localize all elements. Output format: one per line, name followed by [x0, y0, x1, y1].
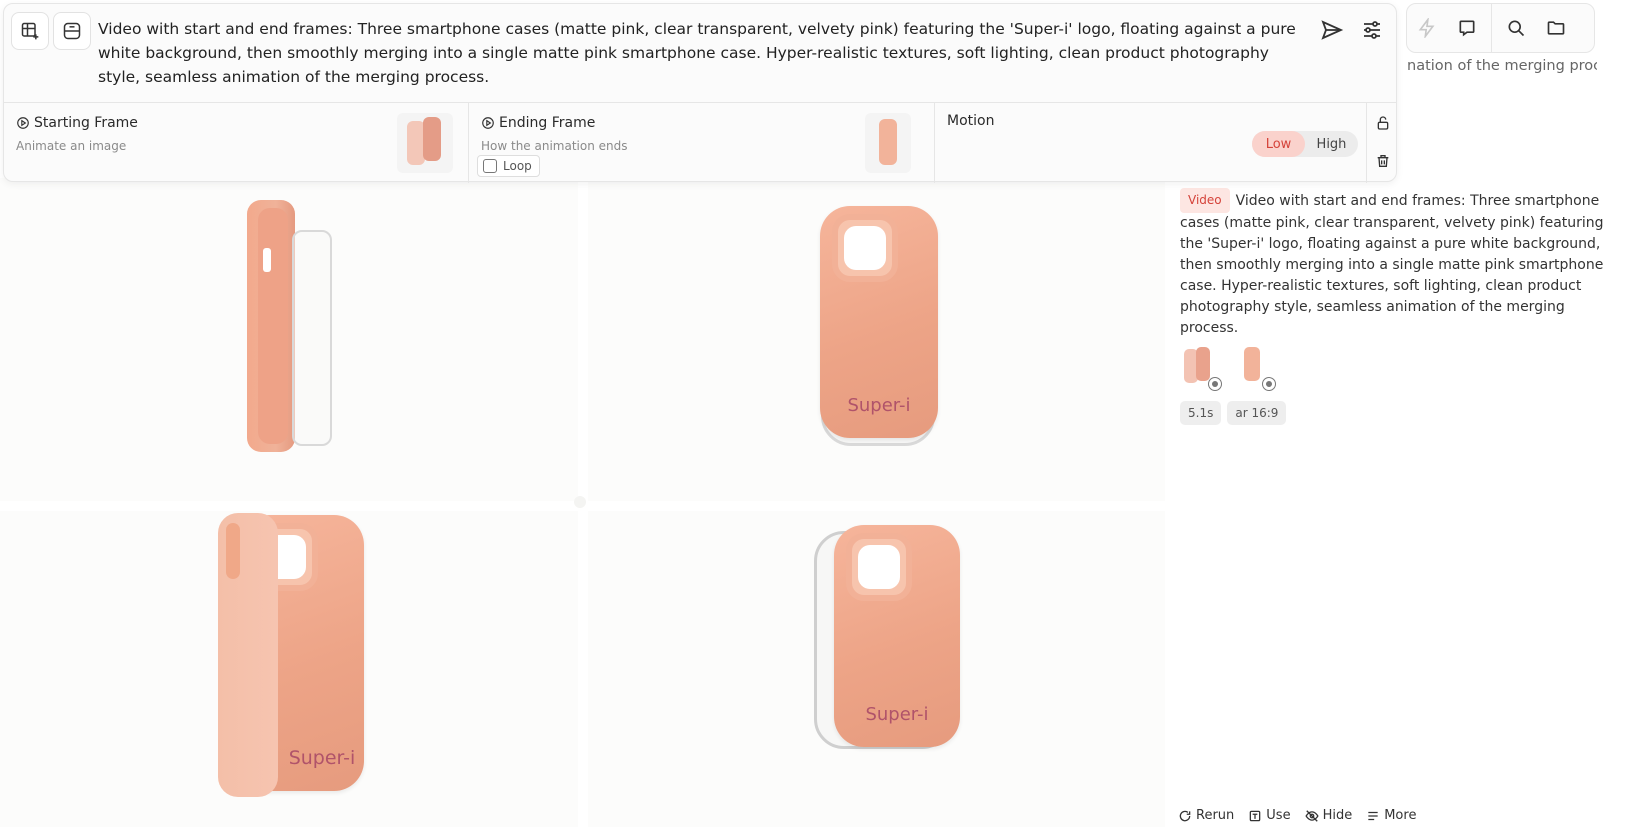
generation-info: Video Video with start and end frames: Th… [1180, 188, 1605, 425]
image-add-icon [21, 22, 39, 40]
use-icon [1249, 810, 1261, 821]
menu-icon [1368, 811, 1378, 820]
rerun-button[interactable]: Rerun [1178, 808, 1234, 823]
folder-icon [1547, 21, 1565, 35]
refresh-icon [1179, 810, 1191, 821]
ending-frame-thumbnail[interactable] [865, 113, 911, 173]
clear-case-edge [292, 230, 332, 446]
motion-low-option[interactable]: Low [1252, 131, 1305, 157]
lightning-button[interactable] [1407, 8, 1447, 48]
send-icon[interactable] [1320, 18, 1344, 42]
pink-case: Super-i [834, 525, 960, 747]
lightning-icon [1418, 18, 1435, 38]
duration-chip[interactable]: 5.1s [1180, 401, 1222, 425]
result-actions: Rerun Use Hide More [1178, 808, 1416, 823]
frame-mode-button[interactable] [53, 12, 91, 50]
unlock-icon[interactable] [1375, 115, 1391, 131]
generation-params: 5.1s ar 16:9 [1180, 401, 1605, 425]
use-button[interactable]: Use [1248, 808, 1291, 823]
results-grid: Super-i Super-i Super-i [0, 178, 1165, 827]
end-frame-thumbnail[interactable] [1234, 347, 1276, 391]
motion-toggle[interactable]: Low High [1252, 131, 1358, 157]
more-button[interactable]: More [1366, 808, 1416, 823]
search-icon [1508, 20, 1525, 37]
starting-frame-subtitle: Animate an image [16, 139, 127, 153]
top-right-toolbar [1406, 3, 1595, 53]
case-logo: Super-i [847, 395, 911, 416]
result-image-1[interactable] [0, 178, 578, 501]
motion-high-option[interactable]: High [1305, 131, 1358, 157]
motion-title: Motion [947, 113, 995, 129]
play-icon [1262, 377, 1276, 391]
settings-sliders-icon[interactable] [1360, 18, 1384, 42]
starting-frame-title: Starting Frame [34, 115, 138, 131]
result-image-4[interactable]: Super-i [588, 511, 1165, 827]
hide-button[interactable]: Hide [1305, 808, 1352, 823]
play-circle-icon [17, 117, 29, 129]
starting-frame-thumbnail[interactable] [397, 113, 453, 173]
frame-thumbnails [1180, 347, 1605, 391]
result-image-3[interactable]: Super-i [0, 511, 578, 827]
pink-case: Super-i [820, 206, 938, 438]
prompt-panel: Video with start and end frames: Three s… [3, 3, 1398, 183]
add-image-button[interactable] [11, 12, 49, 50]
frame-actions [1367, 103, 1398, 183]
frame-icon [63, 22, 81, 40]
play-circle-icon [482, 117, 494, 129]
starting-frame-section[interactable]: Starting Frame Animate an image [4, 103, 469, 183]
chat-button[interactable] [1447, 8, 1487, 48]
ending-frame-title: Ending Frame [499, 115, 596, 131]
generation-description: Video with start and end frames: Three s… [1180, 193, 1604, 336]
ending-frame-subtitle: How the animation ends [481, 139, 628, 153]
loop-label: Loop [503, 159, 532, 173]
folder-button[interactable] [1536, 8, 1576, 48]
loop-checkbox[interactable]: Loop [477, 155, 540, 177]
prompt-input[interactable]: Video with start and end frames: Three s… [98, 17, 1298, 89]
ending-frame-section[interactable]: Ending Frame How the animation ends Loop [469, 103, 935, 183]
aspect-ratio-chip[interactable]: ar 16:9 [1227, 401, 1287, 425]
play-icon [1208, 377, 1222, 391]
search-button[interactable] [1496, 8, 1536, 48]
checkbox-icon [483, 159, 497, 173]
eye-off-icon [1305, 809, 1319, 822]
previous-prompt-snippet: nation of the merging process. [1407, 58, 1597, 74]
chat-icon [1459, 20, 1475, 37]
motion-section: Motion Low High [935, 103, 1367, 183]
start-frame-thumbnail[interactable] [1180, 347, 1222, 391]
case-logo: Super-i [865, 704, 929, 725]
trash-icon[interactable] [1375, 153, 1391, 169]
video-badge: Video [1180, 188, 1230, 213]
result-image-2[interactable]: Super-i [588, 178, 1165, 501]
